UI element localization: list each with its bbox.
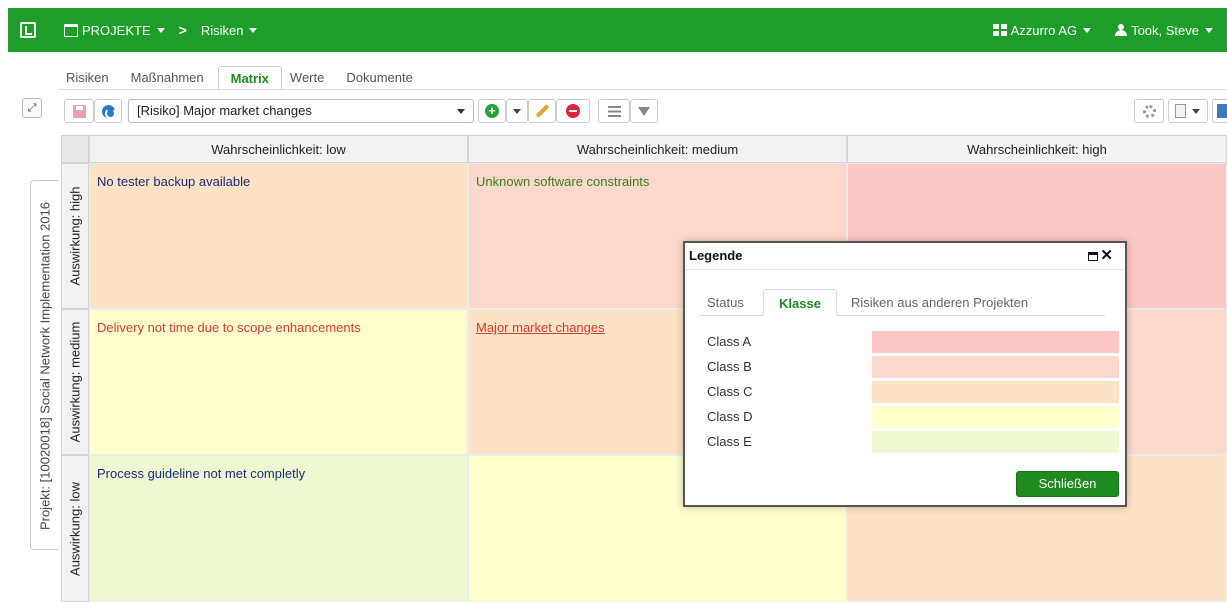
column-header-low: Wahrscheinlichkeit: low [89,135,468,163]
legend-class-label: Class B [707,359,752,374]
chevron-down-icon [1205,27,1213,33]
user-name-label: Took, Steve [1131,22,1199,38]
organization-menu[interactable]: Azzurro AG [992,22,1092,38]
legend-class-label: Class E [707,434,752,449]
filter-button[interactable] [630,99,658,123]
tab-werte[interactable]: Werte [282,66,338,90]
chevron-down-icon [513,108,521,114]
row-header-low: Auswirkung: low [61,455,89,602]
legend-color-swatch [872,356,1119,378]
save-icon [72,104,86,118]
legend-color-swatch [872,406,1119,428]
legend-color-swatch [872,331,1119,353]
matrix-corner [61,135,89,163]
risk-select[interactable]: [Risiko] Major market changes [128,99,474,123]
list-icon [607,105,621,117]
chevron-down-icon [156,27,165,33]
tab-dokumente[interactable]: Dokumente [338,66,426,90]
minus-circle-icon [566,104,580,118]
close-button[interactable]: Schließen [1016,471,1119,497]
user-menu[interactable]: Took, Steve [1115,23,1213,38]
pencil-icon [535,104,549,118]
refresh-icon [101,104,116,119]
legend-dialog: Legende ✕ Status Klasse Risiken aus ande… [683,241,1127,507]
calendar-icon [64,23,78,37]
legend-class-label: Class A [707,334,752,349]
save-button[interactable] [64,99,94,123]
row-header-medium: Auswirkung: medium [61,309,89,455]
gear-icon [1142,104,1156,118]
risk-item[interactable]: Delivery not time due to scope enhanceme… [97,320,361,335]
plus-icon: + [485,104,499,118]
organization-label: Azzurro AG [1010,22,1078,38]
legend-row-class-c: Class C [707,381,1119,403]
chevron-down-icon [249,27,258,33]
legend-class-label: Class C [707,384,753,399]
tab-massnahmen[interactable]: Maßnahmen [123,66,218,90]
maximize-icon[interactable] [1088,252,1098,261]
export-button[interactable] [1168,99,1208,123]
breadcrumb-separator-icon: > [178,22,187,38]
legend-row-class-d: Class D [707,406,1119,428]
projects-menu[interactable]: PROJEKTE [64,23,165,38]
delete-button[interactable] [556,99,590,123]
risk-item[interactable]: No tester backup available [97,174,250,189]
risk-item[interactable]: Process guideline not met completly [97,466,305,481]
row-header-label: Auswirkung: low [67,481,83,576]
grid-icon [992,24,1007,36]
tabs-divider [58,89,1227,90]
module-tabs: Risiken Maßnahmen Matrix Werte Dokumente [58,66,427,90]
project-side-tab[interactable]: Projekt: [10020018] Social Network Imple… [30,180,58,550]
legend-row-class-b: Class B [707,356,1119,378]
projects-menu-label: PROJEKTE [82,22,151,38]
refresh-button[interactable] [94,99,122,123]
expand-button[interactable]: ⤢ [22,98,42,118]
row-header-label: Auswirkung: medium [67,321,83,443]
legend-row-class-a: Class A [707,331,1119,353]
matrix-cell-high-low: No tester backup available [89,163,468,309]
list-view-button[interactable] [598,99,630,123]
legend-tab-status[interactable]: Status [707,289,744,316]
risk-select-value: [Risiko] Major market changes [137,103,312,118]
document-icon [1175,104,1186,118]
settings-button[interactable] [1134,99,1164,123]
matrix-cell-medium-low: Delivery not time due to scope enhanceme… [89,309,468,455]
module-menu[interactable]: Risiken [201,23,258,38]
add-dropdown-button[interactable] [506,99,528,123]
help-button[interactable] [1212,99,1227,123]
tab-risiken[interactable]: Risiken [58,66,123,90]
legend-color-swatch [872,381,1119,403]
chevron-down-icon [1083,27,1092,33]
book-icon [1217,104,1227,118]
filter-icon [638,106,650,116]
chevron-down-icon [1192,108,1200,114]
legend-row-class-e: Class E [707,431,1119,453]
column-header-medium: Wahrscheinlichkeit: medium [468,135,847,163]
row-header-high: Auswirkung: high [61,163,89,309]
add-button[interactable]: + [478,99,506,123]
project-side-tab-label: Projekt: [10020018] Social Network Imple… [37,201,53,531]
tab-matrix[interactable]: Matrix [217,66,282,90]
legend-tabs: Status Klasse Risiken aus anderen Projek… [699,289,1105,316]
matrix-cell-low-low: Process guideline not met completly [89,455,468,602]
app-logo-icon[interactable] [20,22,36,38]
legend-tab-other-projects[interactable]: Risiken aus anderen Projekten [851,289,1028,316]
column-header-high: Wahrscheinlichkeit: high [847,135,1227,163]
top-navigation-bar: PROJEKTE > Risiken Azzurro AG Took, Stev… [8,8,1227,52]
legend-color-swatch [872,431,1119,453]
user-icon [1115,24,1128,36]
edit-button[interactable] [528,99,556,123]
legend-tab-klasse[interactable]: Klasse [763,289,837,316]
dialog-title: Legende [689,248,743,263]
module-menu-label: Risiken [200,22,244,38]
chevron-down-icon [457,109,465,114]
close-icon[interactable]: ✕ [1100,246,1113,264]
risk-item[interactable]: Unknown software constraints [476,174,649,189]
row-header-label: Auswirkung: high [67,186,83,286]
dialog-header-divider [685,269,1125,270]
legend-class-label: Class D [707,409,753,424]
risk-item-selected[interactable]: Major market changes [476,320,605,335]
